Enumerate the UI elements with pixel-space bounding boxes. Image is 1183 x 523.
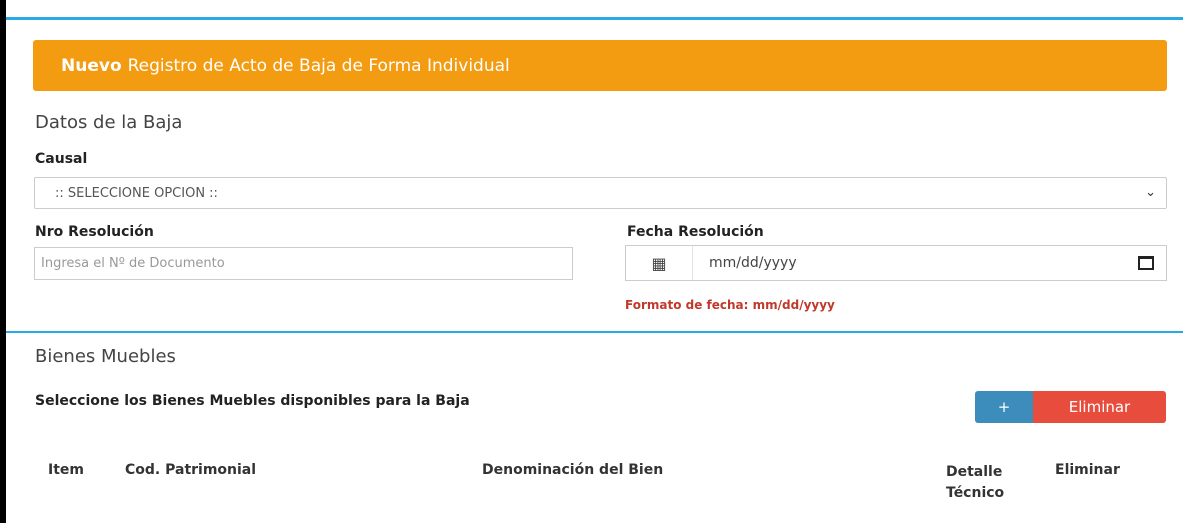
- column-header-denominacion: Denominación del Bien: [482, 462, 664, 478]
- header-banner: Nuevo Registro de Acto de Baja de Forma …: [33, 40, 1167, 91]
- calendar-icon: ▦: [626, 246, 693, 280]
- delete-button[interactable]: Eliminar: [1033, 391, 1166, 423]
- column-header-eliminar: Eliminar: [1055, 462, 1120, 478]
- fecha-value: mm/dd/yyyy: [709, 255, 797, 271]
- column-header-cod-patrimonial: Cod. Patrimonial: [125, 462, 257, 478]
- fecha-resolucion-input[interactable]: ▦ mm/dd/yyyy: [625, 245, 1167, 281]
- column-header-detalle-tecnico: Detalle Técnico: [946, 464, 1005, 501]
- causal-label: Causal: [35, 151, 88, 167]
- causal-select[interactable]: :: SELECCIONE OPCION :: ⌄: [34, 177, 1167, 209]
- banner-bold: Nuevo: [61, 55, 122, 76]
- fecha-resolucion-label: Fecha Resolución: [627, 224, 764, 240]
- add-button[interactable]: +: [975, 391, 1033, 423]
- form-panel: Nuevo Registro de Acto de Baja de Forma …: [6, 0, 1183, 523]
- nro-resolucion-label: Nro Resolución: [35, 224, 154, 240]
- bienes-subtitle: Seleccione los Bienes Muebles disponible…: [35, 393, 470, 409]
- causal-value: :: SELECCIONE OPCION ::: [55, 185, 218, 201]
- top-rule: [6, 17, 1183, 20]
- column-header-item: Item: [48, 462, 84, 478]
- banner-text: Registro de Acto de Baja de Forma Indivi…: [127, 55, 510, 76]
- section-title-datos: Datos de la Baja: [35, 112, 183, 133]
- section-title-bienes: Bienes Muebles: [35, 346, 176, 367]
- nro-resolucion-input[interactable]: Ingresa el Nº de Documento: [34, 247, 573, 280]
- date-picker-icon[interactable]: [1126, 256, 1166, 270]
- date-format-hint: Formato de fecha: mm/dd/yyyy: [625, 298, 835, 312]
- nro-resolucion-placeholder: Ingresa el Nº de Documento: [41, 256, 225, 271]
- section-divider: [6, 331, 1183, 333]
- chevron-down-icon: ⌄: [1145, 185, 1156, 200]
